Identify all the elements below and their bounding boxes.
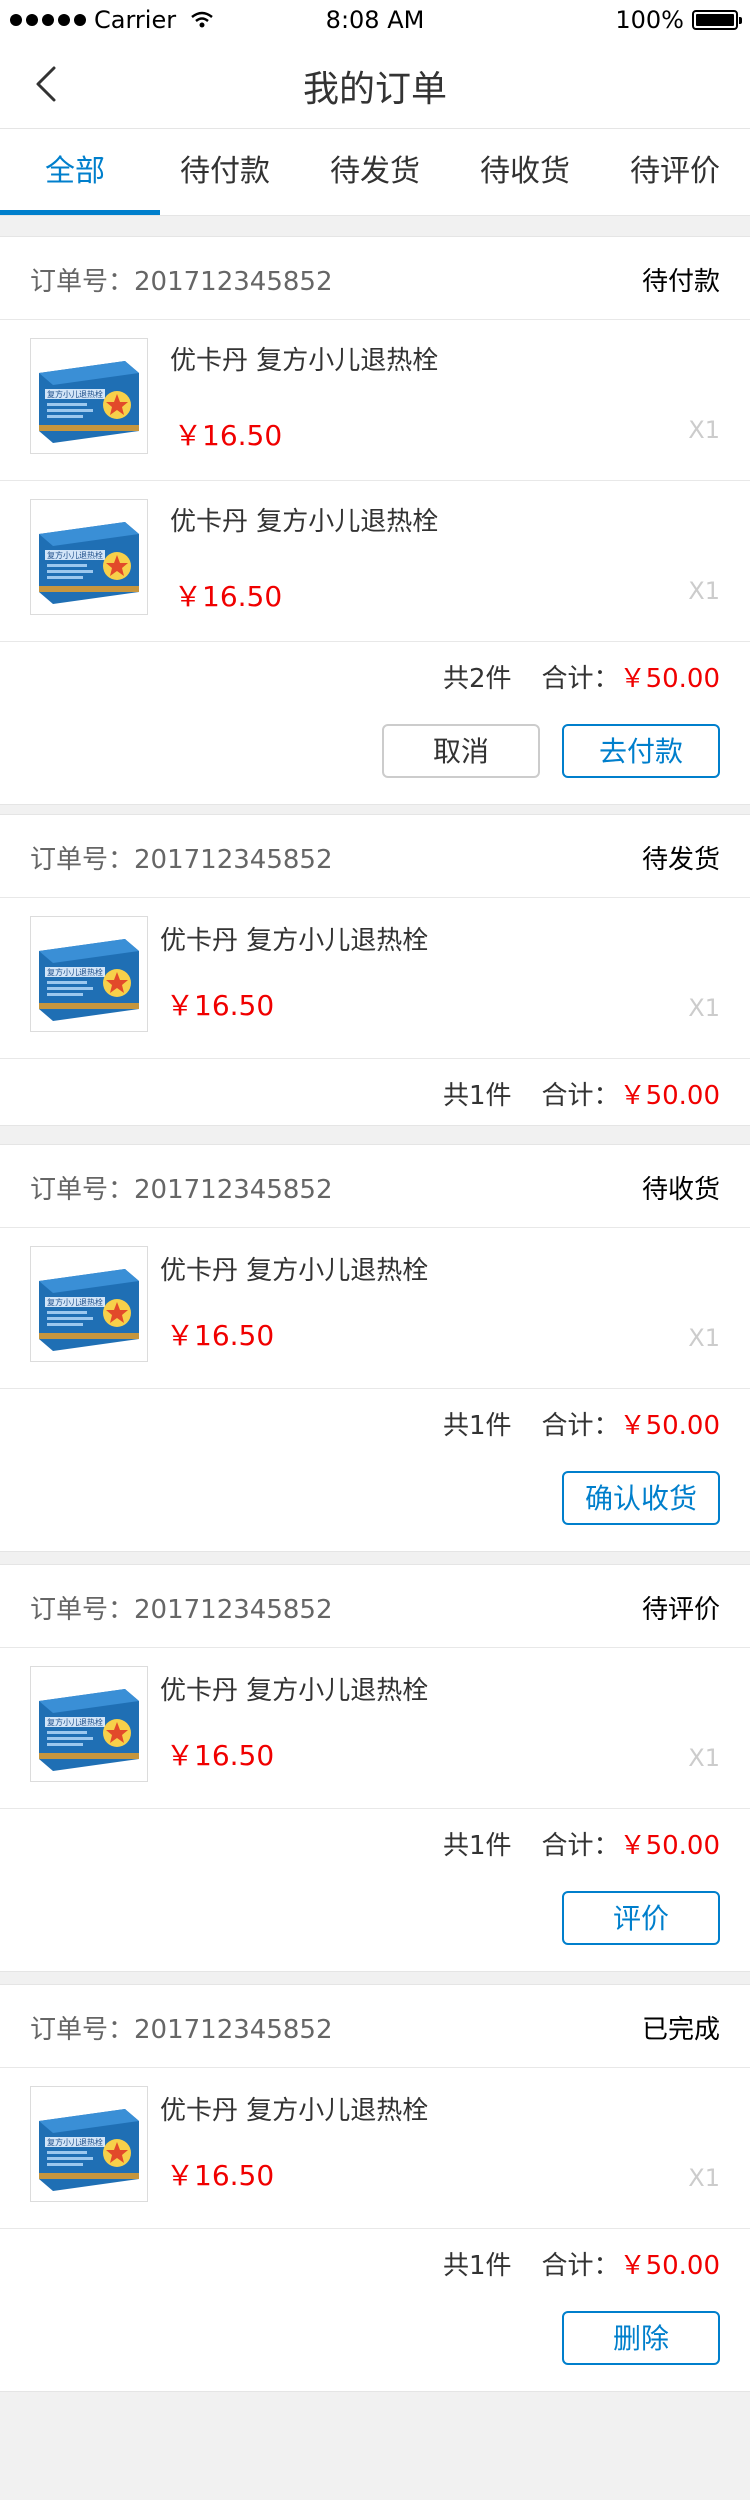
cancel-button[interactable]: 取消 [382, 724, 540, 778]
order-status: 已完成 [641, 2015, 720, 2045]
item-count: 共2件 [443, 664, 512, 694]
item-count: 共1件 [443, 2251, 512, 2281]
order-summary: 共1件 合计：￥50.00 [0, 1059, 750, 1125]
total-amount: ￥50.00 [619, 1831, 720, 1861]
svg-text:复方小儿退热栓: 复方小儿退热栓 [47, 967, 103, 977]
order-card[interactable]: 订单号：201712345852 待付款 复方小儿退热栓 优卡丹 复方小儿退热栓… [0, 236, 750, 805]
product-name: 优卡丹 复方小儿退热栓 [160, 2096, 429, 2126]
product-image: 复方小儿退热栓 [30, 499, 148, 615]
order-status: 待付款 [641, 267, 720, 297]
order-number: 订单号：201712345852 [30, 1175, 333, 1205]
tab-all[interactable]: 全部 [0, 129, 160, 215]
product-price: ￥16.50 [166, 2159, 275, 2192]
order-header: 订单号：201712345852 待评价 [0, 1565, 750, 1648]
item-count: 共1件 [443, 1081, 512, 1111]
order-header: 订单号：201712345852 待发货 [0, 815, 750, 898]
product-image: 复方小儿退热栓 [30, 916, 148, 1032]
order-card[interactable]: 订单号：201712345852 待评价 复方小儿退热栓 优卡丹 复方小儿退热栓… [0, 1564, 750, 1972]
product-name: 优卡丹 复方小儿退热栓 [160, 1256, 429, 1286]
product-image: 复方小儿退热栓 [30, 2086, 148, 2202]
pay-button[interactable]: 去付款 [562, 724, 720, 778]
product-price: ￥16.50 [174, 419, 283, 452]
svg-text:复方小儿退热栓: 复方小儿退热栓 [47, 1297, 103, 1307]
order-number: 订单号：201712345852 [30, 267, 333, 297]
item-count: 共1件 [443, 1831, 512, 1861]
total-amount: ￥50.00 [619, 2251, 720, 2281]
product-quantity: X1 [688, 994, 720, 1022]
total-label: 合计： [541, 1411, 620, 1441]
total-label: 合计： [541, 1081, 620, 1111]
product-name: 优卡丹 复方小儿退热栓 [160, 926, 429, 956]
total-label: 合计： [541, 2251, 620, 2281]
order-header: 订单号：201712345852 已完成 [0, 1985, 750, 2068]
product-quantity: X1 [688, 2164, 720, 2192]
review-button[interactable]: 评价 [562, 1891, 720, 1945]
order-header: 订单号：201712345852 待收货 [0, 1145, 750, 1228]
confirm-receipt-button[interactable]: 确认收货 [562, 1471, 720, 1525]
product-image: 复方小儿退热栓 [30, 1666, 148, 1782]
order-card[interactable]: 订单号：201712345852 已完成 复方小儿退热栓 优卡丹 复方小儿退热栓… [0, 1984, 750, 2392]
svg-text:复方小儿退热栓: 复方小儿退热栓 [47, 1717, 103, 1727]
nav-bar: 我的订单 [0, 40, 750, 129]
battery-percent: 100% [615, 6, 684, 34]
total-label: 合计： [541, 664, 620, 694]
delete-button[interactable]: 删除 [562, 2311, 720, 2365]
svg-text:复方小儿退热栓: 复方小儿退热栓 [47, 389, 103, 399]
svg-text:复方小儿退热栓: 复方小儿退热栓 [47, 2137, 103, 2147]
order-card[interactable]: 订单号：201712345852 待发货 复方小儿退热栓 优卡丹 复方小儿退热栓… [0, 814, 750, 1126]
order-item[interactable]: 复方小儿退热栓 优卡丹 复方小儿退热栓 ￥16.50 X1 [0, 2068, 750, 2229]
order-tabs: 全部 待付款 待发货 待收货 待评价 [0, 129, 750, 216]
product-price: ￥16.50 [174, 580, 283, 613]
order-item[interactable]: 复方小儿退热栓 优卡丹 复方小儿退热栓 ￥16.50 X1 [0, 898, 750, 1059]
order-summary: 共1件 合计：￥50.00 [0, 1809, 750, 1875]
status-bar: Carrier 8:08 AM 100% [0, 0, 750, 40]
tab-pending-review[interactable]: 待评价 [600, 129, 750, 215]
order-item[interactable]: 复方小儿退热栓 优卡丹 复方小儿退热栓 ￥16.50 X1 [0, 1228, 750, 1389]
order-status: 待发货 [641, 845, 720, 875]
order-summary: 共1件 合计：￥50.00 [0, 1389, 750, 1455]
product-quantity: X1 [688, 1744, 720, 1772]
order-status: 待收货 [641, 1175, 720, 1205]
order-summary: 共2件 合计：￥50.00 [0, 642, 750, 708]
order-actions: 评价 [0, 1875, 750, 1971]
product-price: ￥16.50 [166, 1739, 275, 1772]
product-price: ￥16.50 [166, 989, 275, 1022]
order-number: 订单号：201712345852 [30, 845, 333, 875]
svg-text:复方小儿退热栓: 复方小儿退热栓 [47, 550, 103, 560]
total-amount: ￥50.00 [619, 1081, 720, 1111]
order-actions: 取消 去付款 [0, 708, 750, 804]
page-title: 我的订单 [302, 69, 447, 110]
order-summary: 共1件 合计：￥50.00 [0, 2229, 750, 2295]
order-actions: 确认收货 [0, 1455, 750, 1551]
battery-icon [692, 10, 742, 30]
order-actions: 删除 [0, 2295, 750, 2391]
order-number: 订单号：201712345852 [30, 2015, 333, 2045]
tab-pending-shipment[interactable]: 待发货 [300, 129, 450, 215]
order-header: 订单号：201712345852 待付款 [0, 237, 750, 320]
order-number: 订单号：201712345852 [30, 1595, 333, 1625]
product-name: 优卡丹 复方小儿退热栓 [170, 346, 439, 376]
order-item[interactable]: 复方小儿退热栓 优卡丹 复方小儿退热栓 ￥16.50 X1 [0, 320, 750, 481]
product-quantity: X1 [688, 416, 720, 444]
order-item[interactable]: 复方小儿退热栓 优卡丹 复方小儿退热栓 ￥16.50 X1 [0, 1648, 750, 1809]
product-name: 优卡丹 复方小儿退热栓 [170, 507, 439, 537]
product-quantity: X1 [688, 577, 720, 605]
tab-pending-receipt[interactable]: 待收货 [450, 129, 600, 215]
order-item[interactable]: 复方小儿退热栓 优卡丹 复方小儿退热栓 ￥16.50 X1 [0, 481, 750, 642]
product-price: ￥16.50 [166, 1319, 275, 1352]
item-count: 共1件 [443, 1411, 512, 1441]
product-image: 复方小儿退热栓 [30, 1246, 148, 1362]
total-amount: ￥50.00 [619, 664, 720, 694]
order-status: 待评价 [641, 1595, 720, 1625]
total-label: 合计： [541, 1831, 620, 1861]
product-quantity: X1 [688, 1324, 720, 1352]
total-amount: ￥50.00 [619, 1411, 720, 1441]
order-card[interactable]: 订单号：201712345852 待收货 复方小儿退热栓 优卡丹 复方小儿退热栓… [0, 1144, 750, 1552]
product-image: 复方小儿退热栓 [30, 338, 148, 454]
tab-pending-payment[interactable]: 待付款 [150, 129, 300, 215]
product-name: 优卡丹 复方小儿退热栓 [160, 1676, 429, 1706]
